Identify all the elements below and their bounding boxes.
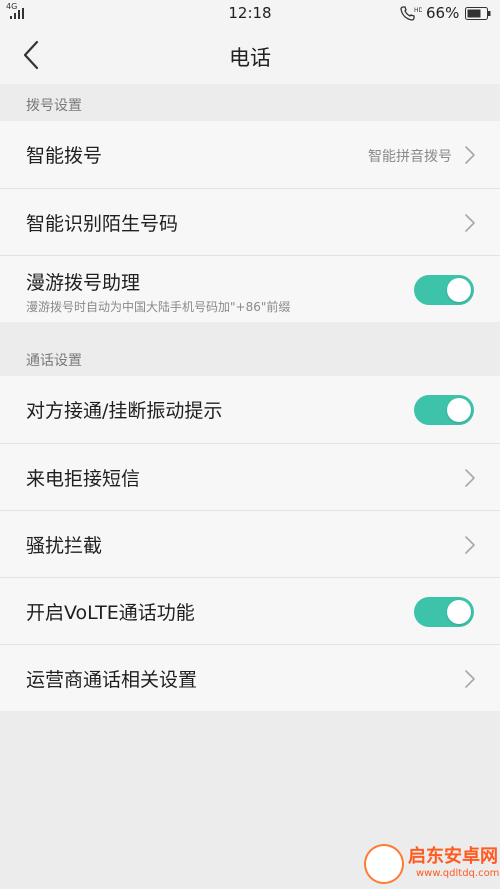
hd-call-icon: HD [400, 6, 422, 21]
toggle-knob [447, 398, 471, 422]
status-bar: 4G 12:18 HD 66% [0, 0, 500, 27]
chevron-right-icon [465, 469, 475, 487]
row-label: 来电拒接短信 [26, 468, 141, 490]
row-value: 智能拼音拨号 [368, 149, 452, 165]
toggle-knob [447, 278, 471, 302]
row-reject-sms[interactable]: 来电拒接短信 [0, 443, 500, 510]
row-label: 智能拨号 [26, 145, 103, 167]
row-harassment-block[interactable]: 骚扰拦截 [0, 510, 500, 577]
row-label: 对方接通/挂断振动提示 [26, 400, 223, 422]
watermark-text: 启东安卓网 [408, 846, 498, 867]
row-label: 漫游拨号助理 [26, 272, 141, 294]
row-smart-dial[interactable]: 智能拨号 智能拼音拨号 [0, 121, 500, 188]
settings-group-dial: 智能拨号 智能拼音拨号 智能识别陌生号码 漫游拨号助理 漫游拨号时自动为中国大陆… [0, 121, 500, 322]
section-header-dial: 拨号设置 [0, 84, 500, 121]
section-header-label: 拨号设置 [26, 98, 82, 114]
watermark: 启东安卓网 www.qdltdq.com [360, 838, 500, 889]
section-header-call: 通话设置 [0, 339, 500, 376]
row-volte: 开启VoLTE通话功能 [0, 577, 500, 644]
toggle-knob [447, 600, 471, 624]
svg-text:HD: HD [414, 7, 422, 14]
volte-toggle[interactable] [414, 597, 474, 627]
watermark-url: www.qdltdq.com [416, 868, 500, 879]
chevron-right-icon [465, 536, 475, 554]
settings-group-call: 对方接通/挂断振动提示 来电拒接短信 骚扰拦截 开启VoLTE通话功能 运营商通… [0, 376, 500, 711]
battery-icon [465, 7, 491, 20]
row-label: 智能识别陌生号码 [26, 213, 179, 235]
watermark-logo-icon [364, 844, 404, 884]
chevron-right-icon [465, 146, 475, 164]
page-title: 电话 [229, 46, 271, 70]
row-label: 运营商通话相关设置 [26, 669, 198, 691]
row-label: 骚扰拦截 [26, 535, 103, 557]
chevron-right-icon [465, 670, 475, 688]
roaming-assistant-toggle[interactable] [414, 275, 474, 305]
nav-bar: 电话 [0, 27, 500, 84]
chevron-right-icon [465, 214, 475, 232]
connect-vibrate-toggle[interactable] [414, 395, 474, 425]
clock: 12:18 [228, 4, 272, 22]
row-identify-stranger[interactable]: 智能识别陌生号码 [0, 188, 500, 255]
row-sublabel: 漫游拨号时自动为中国大陆手机号码加"+86"前缀 [26, 300, 291, 314]
battery-percent: 66% [426, 4, 460, 22]
section-header-label: 通话设置 [26, 353, 82, 369]
row-label: 开启VoLTE通话功能 [26, 602, 195, 624]
row-connect-vibrate: 对方接通/挂断振动提示 [0, 376, 500, 443]
row-carrier-settings[interactable]: 运营商通话相关设置 [0, 644, 500, 711]
row-roaming-assistant: 漫游拨号助理 漫游拨号时自动为中国大陆手机号码加"+86"前缀 [0, 255, 500, 322]
